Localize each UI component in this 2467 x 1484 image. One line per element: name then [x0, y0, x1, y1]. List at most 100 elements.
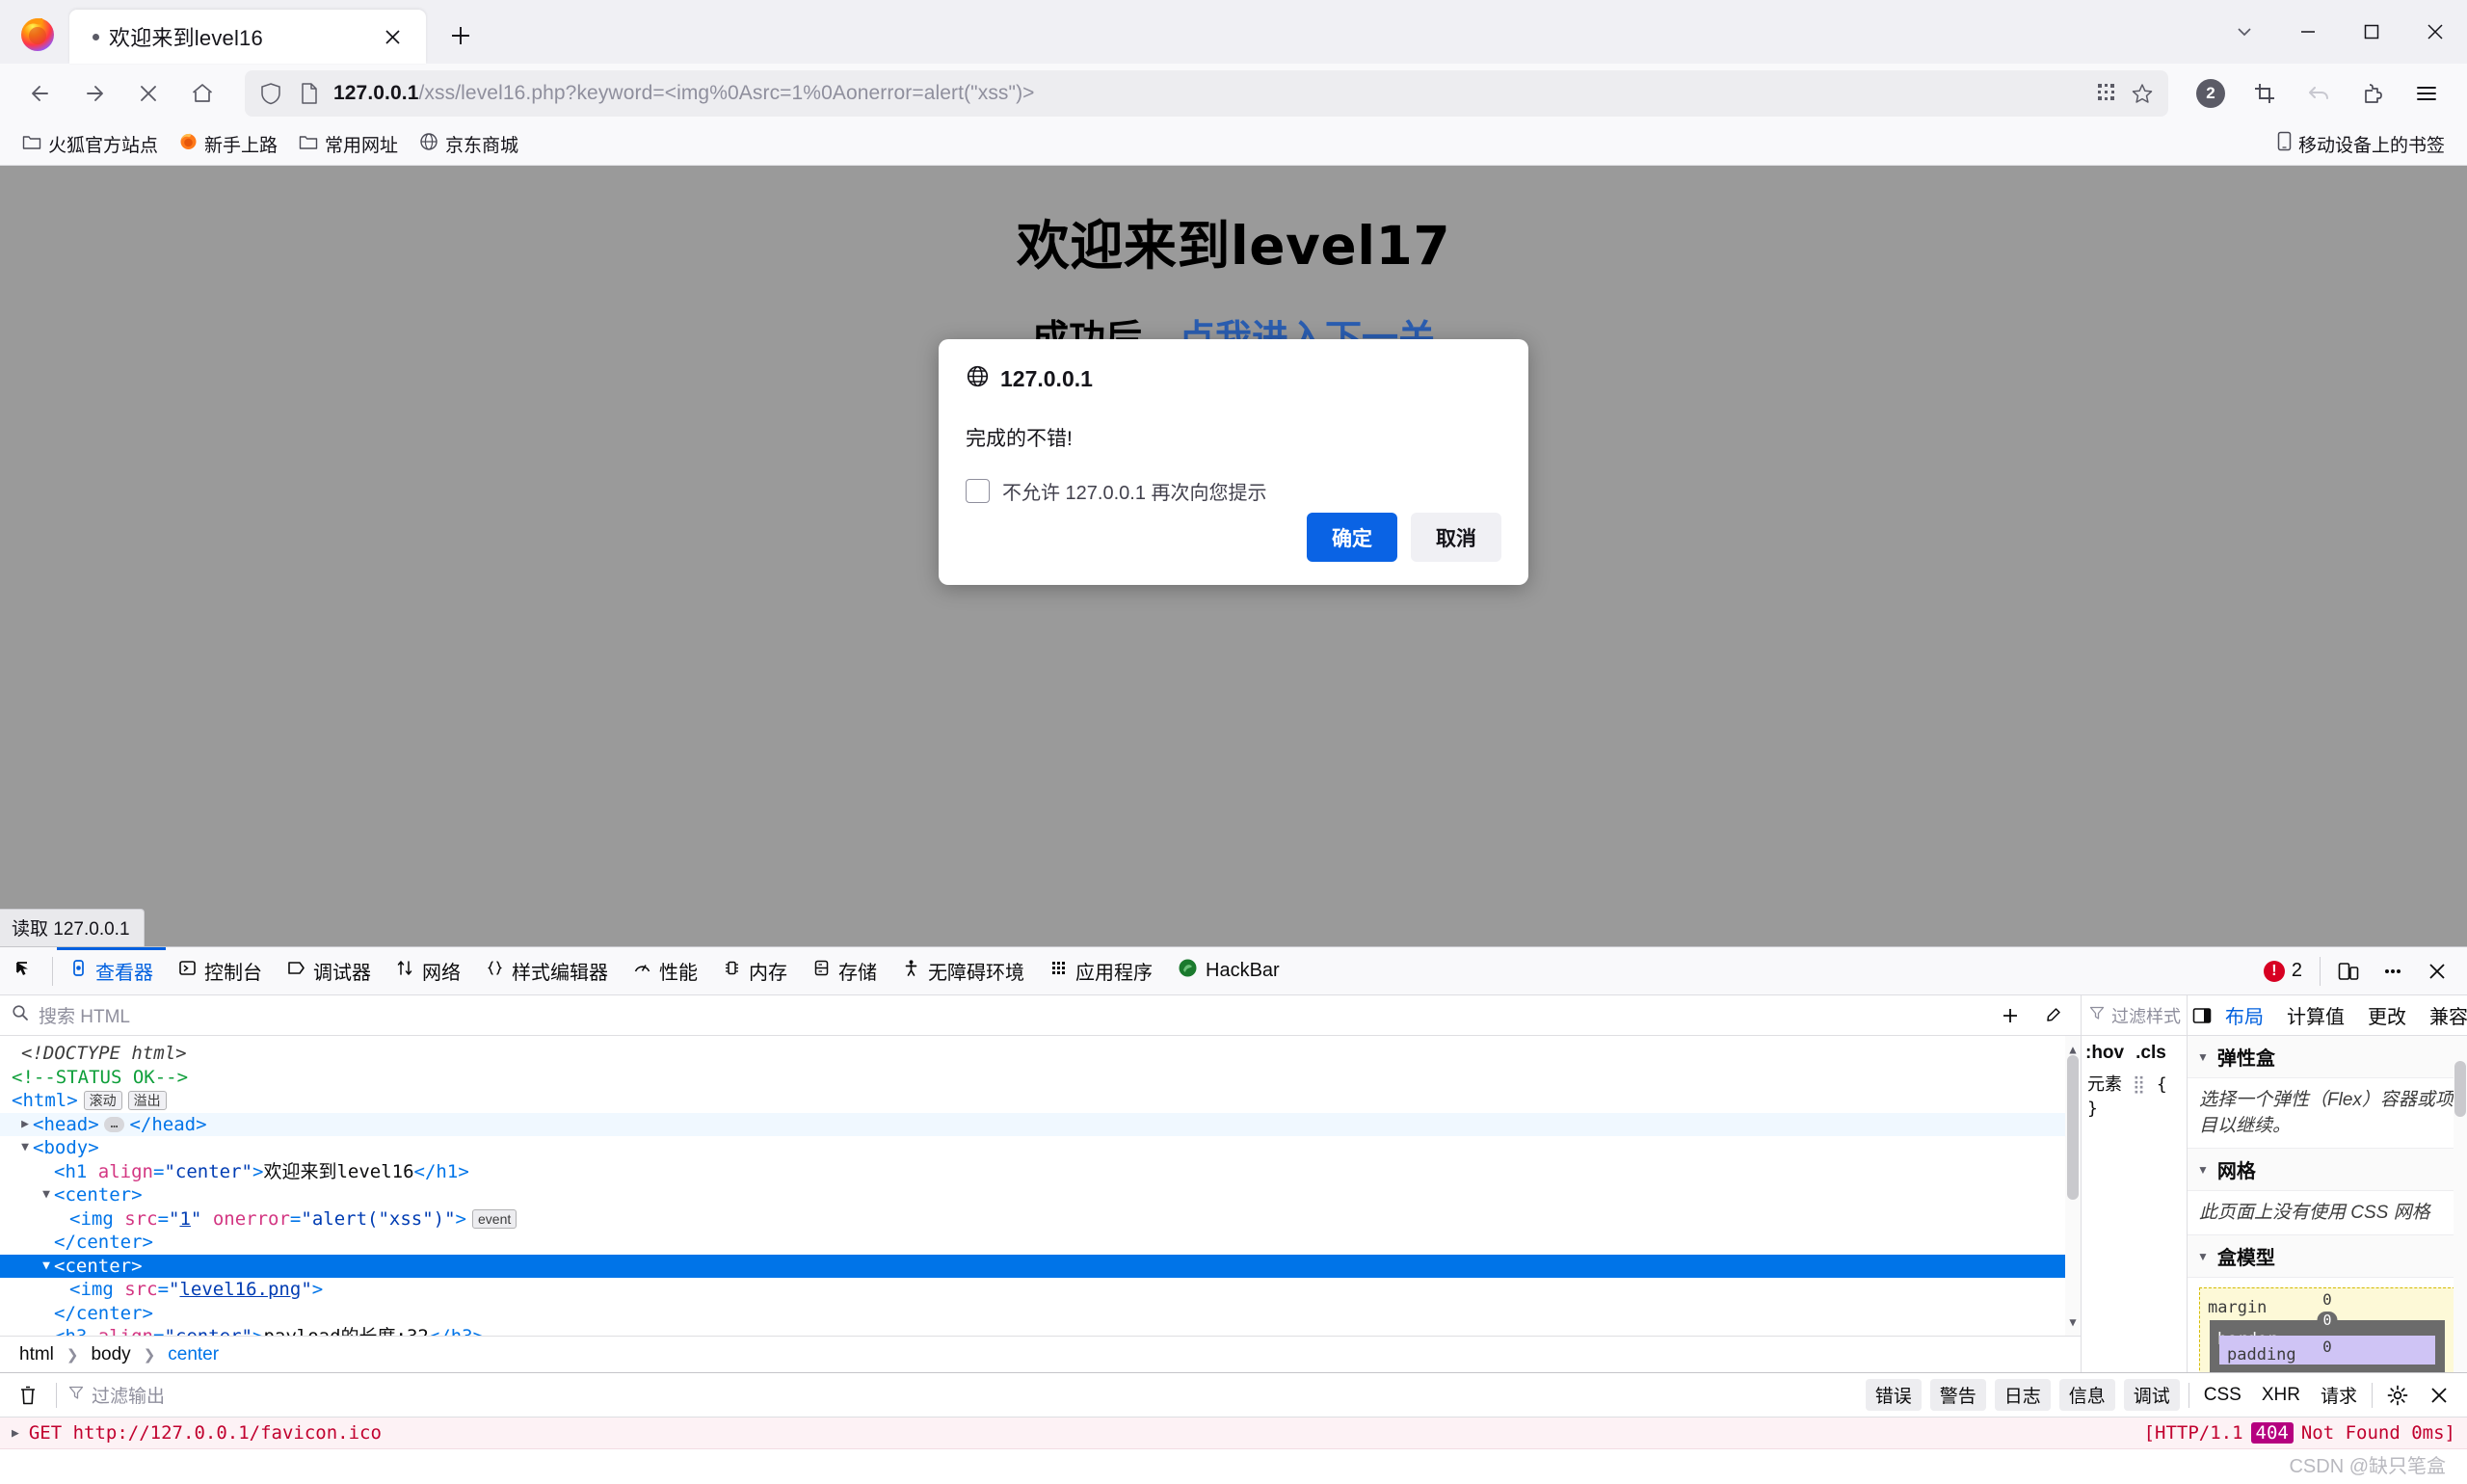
markup-line[interactable]: </center>: [0, 1302, 2081, 1326]
scroll-down-arrow-icon[interactable]: ▼: [2066, 1311, 2080, 1335]
devtools-tab-storage[interactable]: 存储: [800, 947, 889, 995]
shield-icon[interactable]: [256, 79, 285, 108]
stop-button[interactable]: [123, 68, 173, 119]
back-button[interactable]: [15, 68, 66, 119]
grid-section-header[interactable]: ▼ 网格: [2188, 1149, 2467, 1191]
devtools-tab-accessibility[interactable]: 无障碍环境: [889, 947, 1037, 995]
markup-line[interactable]: <h1 align="center">欢迎来到level16</h1>: [0, 1160, 2081, 1184]
box-margin-top-value[interactable]: 0: [2322, 1290, 2332, 1309]
devtools-error-count[interactable]: ! 2: [2254, 960, 2312, 982]
expand-triangle-icon[interactable]: ▶: [17, 1113, 33, 1137]
breadcrumb-item-body[interactable]: body: [85, 1343, 136, 1366]
console-button-xhr[interactable]: XHR: [2256, 1382, 2306, 1409]
toggle-sidebar-icon[interactable]: [2191, 998, 2213, 1033]
console-row[interactable]: ▶ GET http://127.0.0.1/favicon.ico [HTTP…: [0, 1418, 2467, 1449]
markup-line[interactable]: ▶<head>…</head>: [0, 1113, 2081, 1137]
box-border-top-value[interactable]: 0: [2317, 1312, 2337, 1329]
home-button[interactable]: [177, 68, 227, 119]
bookmark-star-icon[interactable]: [2128, 79, 2157, 108]
bookmark-item-1[interactable]: 新手上路: [171, 126, 286, 162]
console-chip-logs[interactable]: 日志: [1995, 1379, 2051, 1411]
clear-console-icon[interactable]: [12, 1379, 44, 1412]
element-picker-icon[interactable]: [4, 949, 48, 994]
markup-line[interactable]: <!DOCTYPE html>: [0, 1042, 2081, 1066]
layout-scrollbar-thumb[interactable]: [2454, 1061, 2466, 1117]
browser-tab[interactable]: 欢迎来到level16: [69, 10, 426, 64]
console-chip-warnings[interactable]: 警告: [1930, 1379, 1986, 1411]
flexbox-section-header[interactable]: ▼ 弹性盒: [2188, 1036, 2467, 1078]
devtools-tab-inspector[interactable]: 查看器: [57, 947, 166, 995]
markup-line[interactable]: ▼<body>: [0, 1136, 2081, 1160]
add-node-icon[interactable]: [1994, 999, 2027, 1032]
ellipsis-badge[interactable]: …: [104, 1117, 125, 1132]
app-menu-icon[interactable]: [2401, 68, 2452, 119]
markup-scrollbar[interactable]: ▲ ▼: [2065, 1036, 2081, 1336]
devtools-meatball-menu-icon[interactable]: [2373, 951, 2413, 992]
devtools-tab-hackbar[interactable]: HackBar: [1165, 947, 1292, 995]
qr-code-icon[interactable]: [2093, 79, 2122, 108]
url-text[interactable]: 127.0.0.1/xss/level16.php?keyword=<img%0…: [333, 82, 2083, 105]
search-html-input[interactable]: 搜索 HTML: [39, 1002, 1984, 1028]
color-picker-icon[interactable]: [2036, 999, 2069, 1032]
url-bar[interactable]: 127.0.0.1/xss/level16.php?keyword=<img%0…: [245, 70, 2168, 117]
minimize-button[interactable]: [2276, 0, 2340, 64]
bookmark-item-3[interactable]: 京东商城: [411, 126, 527, 162]
responsive-mode-icon[interactable]: [2328, 951, 2369, 992]
layout-tab-layout[interactable]: 布局: [2215, 995, 2274, 1036]
page-info-icon[interactable]: [295, 79, 324, 108]
box-padding-top-value[interactable]: 0: [2322, 1338, 2332, 1356]
devtools-close-icon[interactable]: [2417, 951, 2457, 992]
console-filter[interactable]: 过滤输出: [68, 1382, 165, 1408]
extensions-puzzle-icon[interactable]: [2348, 68, 2398, 119]
expand-triangle-icon[interactable]: ▶: [12, 1426, 19, 1441]
console-button-requests[interactable]: 请求: [2315, 1379, 2363, 1411]
collapse-triangle-icon[interactable]: ▼: [2197, 1250, 2209, 1263]
markup-line[interactable]: <img src="level16.png">: [0, 1278, 2081, 1302]
event-badge[interactable]: event: [472, 1209, 517, 1229]
markup-line[interactable]: <h3 align="center">payload的长度:32</h3>: [0, 1325, 2081, 1336]
dialog-cancel-button[interactable]: 取消: [1411, 513, 1501, 562]
scroll-badge[interactable]: 滚动: [84, 1091, 122, 1110]
layout-tab-changes[interactable]: 更改: [2357, 995, 2417, 1036]
markup-line[interactable]: <img src="1" onerror="alert("xss")">even…: [0, 1207, 2081, 1232]
markup-scrollbar-thumb[interactable]: [2067, 1055, 2079, 1200]
suppress-checkbox[interactable]: [966, 479, 990, 503]
layout-tab-compatibility[interactable]: 兼容性: [2419, 995, 2467, 1036]
undo-icon[interactable]: [2294, 68, 2344, 119]
devtools-tab-style-editor[interactable]: 样式编辑器: [473, 947, 621, 995]
markup-tree[interactable]: <!DOCTYPE html> <!--STATUS OK--> <html>滚…: [0, 1036, 2081, 1336]
filter-output-input[interactable]: 过滤输出: [92, 1382, 165, 1408]
console-chip-errors[interactable]: 错误: [1866, 1379, 1922, 1411]
new-tab-button[interactable]: [439, 14, 482, 57]
devtools-tab-application[interactable]: 应用程序: [1037, 947, 1165, 995]
drag-handle-icon[interactable]: ⣿: [2133, 1073, 2146, 1097]
box-model-section-header[interactable]: ▼ 盒模型: [2188, 1235, 2467, 1278]
maximize-button[interactable]: [2340, 0, 2403, 64]
console-url[interactable]: http://127.0.0.1/favicon.ico: [73, 1422, 382, 1444]
collapse-triangle-icon[interactable]: ▼: [2197, 1163, 2209, 1177]
bookmark-mobile-folder[interactable]: 移动设备上的书签: [2268, 126, 2454, 162]
layout-scrollbar[interactable]: [2454, 1036, 2467, 1372]
markup-line[interactable]: <html>滚动溢出: [0, 1089, 2081, 1113]
layout-tab-computed[interactable]: 计算值: [2276, 995, 2355, 1036]
devtools-tab-network[interactable]: 网络: [384, 947, 473, 995]
devtools-tab-console[interactable]: 控制台: [166, 947, 275, 995]
overflow-badge[interactable]: 溢出: [128, 1091, 167, 1110]
hov-button[interactable]: :hov: [2085, 1043, 2124, 1064]
collapse-triangle-icon[interactable]: ▼: [39, 1255, 54, 1279]
breadcrumb-item-center[interactable]: center: [162, 1343, 225, 1366]
markup-attr-value-src2[interactable]: level16.png: [179, 1279, 301, 1300]
markup-attr-value-src[interactable]: 1: [179, 1208, 190, 1230]
bookmark-item-0[interactable]: 火狐官方站点: [13, 126, 167, 162]
collapse-triangle-icon[interactable]: ▼: [2197, 1050, 2209, 1064]
close-console-icon[interactable]: [2423, 1379, 2455, 1412]
collapse-triangle-icon[interactable]: ▼: [17, 1136, 33, 1160]
dialog-suppress-row[interactable]: 不允许 127.0.0.1 再次向您提示: [966, 477, 1501, 505]
gear-icon[interactable]: [2381, 1379, 2414, 1412]
bookmark-item-2[interactable]: 常用网址: [290, 126, 407, 162]
collapse-triangle-icon[interactable]: ▼: [39, 1183, 54, 1207]
close-icon[interactable]: [376, 20, 409, 53]
close-window-button[interactable]: [2403, 0, 2467, 64]
devtools-tab-memory[interactable]: 内存: [710, 947, 800, 995]
tab-list-chevron-icon[interactable]: [2213, 0, 2276, 64]
